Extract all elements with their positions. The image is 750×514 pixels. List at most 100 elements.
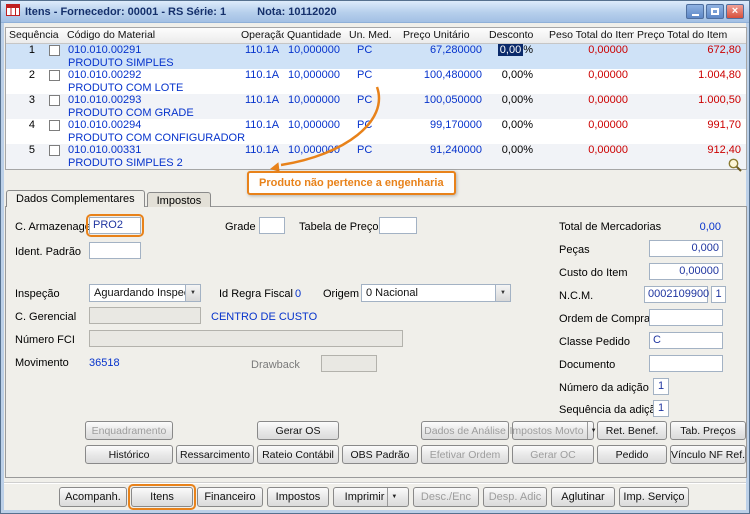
row-sequence: 3 bbox=[28, 94, 35, 106]
row-material-code: 010.010.00292 bbox=[68, 69, 142, 81]
row-total-price: 912,40 bbox=[707, 144, 741, 156]
row-material-code: 010.010.00331 bbox=[68, 144, 142, 156]
row-total-price: 1.000,50 bbox=[698, 94, 741, 106]
button-label: Gerar OC bbox=[530, 448, 576, 461]
row-checkbox[interactable] bbox=[48, 95, 60, 106]
imprimir-button[interactable]: Imprimir ▼ bbox=[333, 487, 409, 507]
row-material-name: PRODUTO COM GRADE bbox=[68, 107, 194, 119]
titlebar[interactable]: Itens - Fornecedor: 00001 - RS Série: 1 … bbox=[1, 1, 749, 23]
id-regra-fiscal-label: Id Regra Fiscal bbox=[219, 288, 293, 300]
row-checkbox-cell bbox=[44, 69, 64, 82]
row-quantity: 10,000000 bbox=[288, 94, 340, 106]
header-desconto[interactable]: Desconto bbox=[486, 28, 546, 43]
row-checkbox-cell bbox=[44, 44, 64, 57]
table-row[interactable]: 4 010.010.00294 110.1A 10,000000 PC 99,1… bbox=[6, 119, 746, 144]
header-peso-total[interactable]: Peso Total do Item bbox=[546, 28, 634, 43]
impostos-button[interactable]: Impostos bbox=[267, 487, 329, 507]
numero-adicao-label: Número da adição bbox=[559, 382, 649, 394]
row-total-weight: 0,00000 bbox=[588, 119, 628, 131]
numero-adicao-field[interactable]: 1 bbox=[653, 378, 669, 395]
chevron-down-icon[interactable]: ▼ bbox=[185, 285, 200, 301]
table-row[interactable]: 3 010.010.00293 110.1A 10,000000 PC 100,… bbox=[6, 94, 746, 119]
tabbar: Dados Complementares Impostos bbox=[6, 190, 213, 207]
header-sequencia[interactable]: Sequência bbox=[6, 28, 64, 43]
actions-row-1: Enquadramento Gerar OS Dados de Análise Imp… bbox=[85, 421, 746, 440]
row-checkbox-cell bbox=[44, 144, 64, 157]
ident-padrao-label: Ident. Padrão bbox=[15, 246, 82, 258]
row-checkbox[interactable] bbox=[48, 45, 60, 56]
grade-field[interactable] bbox=[259, 217, 285, 234]
obs-padrao-button[interactable]: OBS Padrão bbox=[342, 445, 418, 464]
efetivar-ordem-button: Efetivar Ordem bbox=[421, 445, 509, 464]
ret-benef-button[interactable]: Ret. Benef. bbox=[597, 421, 667, 440]
rateio-contabil-button[interactable]: Rateio Contábil bbox=[257, 445, 339, 464]
historico-button[interactable]: Histórico bbox=[85, 445, 173, 464]
pedido-button[interactable]: Pedido bbox=[597, 445, 667, 464]
table-row[interactable]: 1 010.010.00291 110.1A 10,000000 PC 67,2… bbox=[6, 44, 746, 69]
maximize-icon bbox=[711, 8, 719, 15]
c-armazenagem-label: C. Armazenagem bbox=[15, 221, 100, 233]
ident-padrao-field[interactable] bbox=[89, 242, 141, 259]
row-checkbox[interactable] bbox=[48, 120, 60, 131]
close-button[interactable]: × bbox=[726, 4, 744, 19]
button-label: Gerar OS bbox=[275, 424, 321, 437]
grade-label: Grade bbox=[225, 221, 256, 233]
inspecao-select[interactable]: Aguardando Inspeção ▼ bbox=[89, 284, 201, 302]
maximize-button[interactable] bbox=[706, 4, 724, 19]
seq-adicao-field[interactable]: 1 bbox=[653, 400, 669, 417]
classe-pedido-field[interactable]: C bbox=[649, 332, 723, 349]
minimize-button[interactable] bbox=[686, 4, 704, 19]
ordem-compra-field[interactable] bbox=[649, 309, 723, 326]
tab-impostos[interactable]: Impostos bbox=[146, 192, 212, 207]
aglutinar-button[interactable]: Aglutinar bbox=[551, 487, 615, 507]
ressarcimento-button[interactable]: Ressarcimento bbox=[176, 445, 254, 464]
zoom-icon[interactable] bbox=[727, 157, 743, 173]
ncm-field[interactable]: 0002109900 bbox=[644, 286, 709, 303]
bottom-bar: Acompanh. Itens Financeiro Impostos Imprimir… bbox=[59, 484, 689, 510]
impostos-movto-button: Impostos Movto ▼ bbox=[509, 421, 597, 440]
row-unit-price: 100,480000 bbox=[423, 69, 482, 81]
row-operation: 110.1A bbox=[245, 69, 280, 81]
custo-item-label: Custo do Item bbox=[559, 267, 628, 279]
custo-item-field[interactable]: 0,00000 bbox=[649, 263, 723, 280]
tab-dados-complementares[interactable]: Dados Complementares bbox=[6, 190, 145, 207]
grid-rows: 1 010.010.00291 110.1A 10,000000 PC 67,2… bbox=[6, 44, 746, 169]
button-label: Acompanh. bbox=[65, 491, 121, 503]
row-unit-price: 99,170000 bbox=[430, 119, 482, 131]
origem-value: 0 Nacional bbox=[366, 287, 418, 299]
row-discount-value: 0,00 bbox=[501, 144, 524, 156]
ncm-ex-field[interactable]: 1 bbox=[711, 286, 726, 303]
gerar-os-button[interactable]: Gerar OS bbox=[257, 421, 339, 440]
header-quantidade[interactable]: Quantidade bbox=[284, 28, 346, 43]
row-total-weight: 0,00000 bbox=[588, 44, 628, 56]
vinculo-nf-ref-button[interactable]: Vínculo NF Ref. bbox=[670, 445, 746, 464]
row-quantity: 10,000000 bbox=[288, 69, 340, 81]
c-armazenagem-field[interactable]: PRO2 bbox=[86, 214, 144, 237]
row-discount: 0,00% bbox=[486, 44, 546, 57]
c-gerencial-note: CENTRO DE CUSTO bbox=[211, 311, 318, 323]
pecas-field[interactable]: 0,000 bbox=[649, 240, 723, 257]
inspecao-label: Inspeção bbox=[15, 288, 60, 300]
tab-precos-button[interactable]: Tab. Preços bbox=[670, 421, 746, 440]
row-unit-price: 67,280000 bbox=[430, 44, 482, 56]
acompanh-button[interactable]: Acompanh. bbox=[59, 487, 127, 507]
row-checkbox[interactable] bbox=[48, 145, 60, 156]
header-operacao[interactable]: Operação bbox=[238, 28, 284, 43]
documento-field[interactable] bbox=[649, 355, 723, 372]
dropdown-arrow-icon[interactable]: ▼ bbox=[387, 488, 400, 506]
header-preco-unitario[interactable]: Preço Unitário bbox=[400, 28, 486, 43]
total-mercadorias-value: 0,00 bbox=[699, 221, 721, 233]
table-row[interactable]: 2 010.010.00292 110.1A 10,000000 PC 100,… bbox=[6, 69, 746, 94]
header-codigo[interactable]: Código do Material bbox=[64, 28, 238, 43]
financeiro-button[interactable]: Financeiro bbox=[197, 487, 263, 507]
tabela-preco-field[interactable] bbox=[379, 217, 417, 234]
itens-button[interactable]: Itens bbox=[128, 484, 196, 510]
header-un-med[interactable]: Un. Med. bbox=[346, 28, 400, 43]
row-discount-value: 0,00 bbox=[501, 119, 524, 131]
imp-servico-button[interactable]: Imp. Serviço bbox=[619, 487, 689, 507]
table-row[interactable]: 5 010.010.00331 110.1A 10,000000 PC 91,2… bbox=[6, 144, 746, 169]
row-checkbox[interactable] bbox=[48, 70, 60, 81]
origem-select[interactable]: 0 Nacional ▼ bbox=[361, 284, 511, 302]
header-preco-total[interactable]: Preço Total do Item bbox=[634, 28, 746, 43]
chevron-down-icon[interactable]: ▼ bbox=[495, 285, 510, 301]
